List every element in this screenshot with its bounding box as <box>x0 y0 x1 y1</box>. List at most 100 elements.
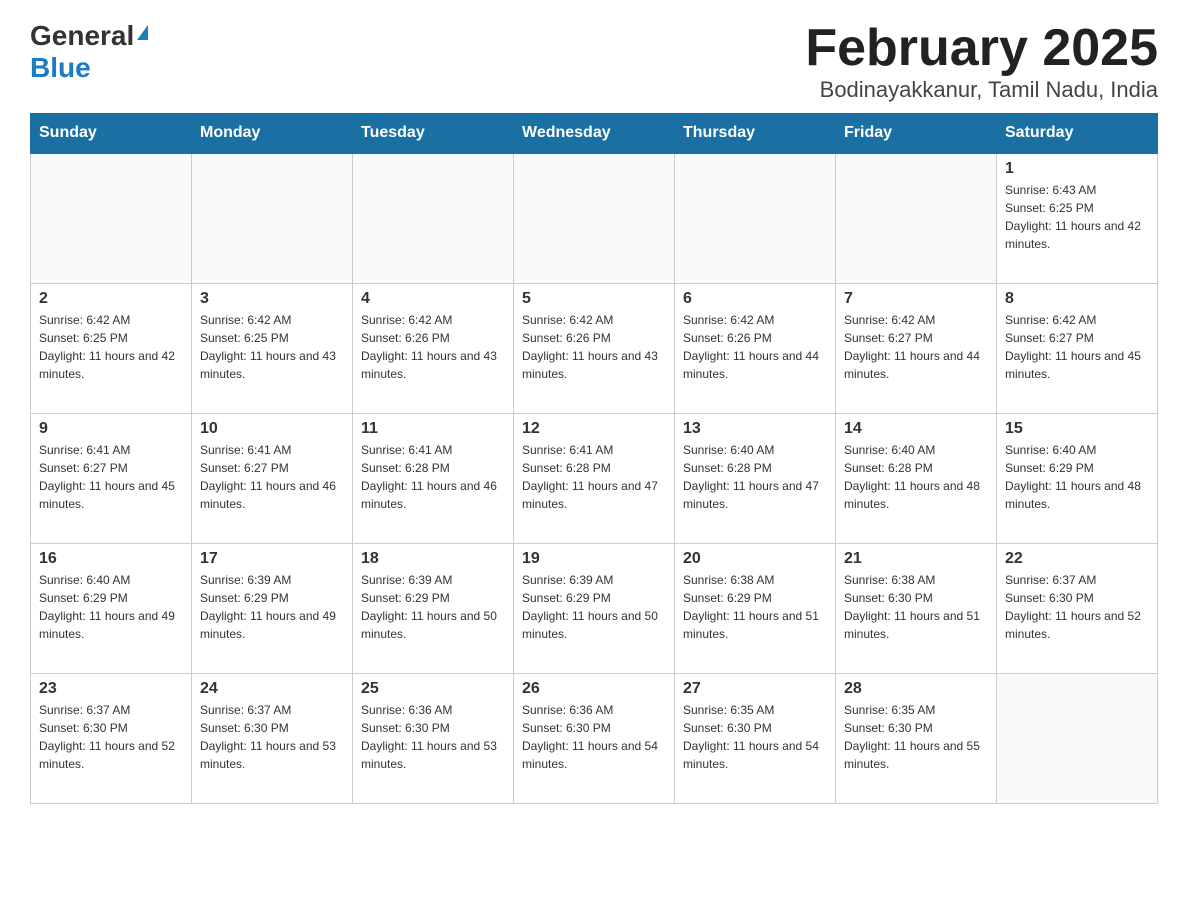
calendar-cell: 13Sunrise: 6:40 AM Sunset: 6:28 PM Dayli… <box>675 413 836 543</box>
day-info: Sunrise: 6:38 AM Sunset: 6:30 PM Dayligh… <box>844 571 988 643</box>
calendar-cell: 20Sunrise: 6:38 AM Sunset: 6:29 PM Dayli… <box>675 543 836 673</box>
day-number: 13 <box>683 420 827 438</box>
day-info: Sunrise: 6:40 AM Sunset: 6:29 PM Dayligh… <box>39 571 183 643</box>
day-number: 1 <box>1005 160 1149 178</box>
day-info: Sunrise: 6:42 AM Sunset: 6:25 PM Dayligh… <box>200 311 344 383</box>
day-info: Sunrise: 6:41 AM Sunset: 6:28 PM Dayligh… <box>522 441 666 513</box>
day-number: 19 <box>522 550 666 568</box>
calendar-cell: 19 Sunrise: 6:39 AM Sunset: 6:29 PM Dayli… <box>514 543 675 673</box>
day-info: Sunrise: 6:40 AM Sunset: 6:29 PM Dayligh… <box>1005 441 1149 513</box>
day-info: Sunrise: 6:41 AM Sunset: 6:27 PM Dayligh… <box>200 441 344 513</box>
calendar-cell: 9 Sunrise: 6:41 AM Sunset: 6:27 PM Daylig… <box>31 413 192 543</box>
day-info: Sunrise: 6:36 AM Sunset: 6:30 PM Dayligh… <box>361 701 505 773</box>
calendar-cell: 28Sunrise: 6:35 AM Sunset: 6:30 PM Dayli… <box>836 673 997 803</box>
calendar-cell <box>836 153 997 283</box>
calendar-cell <box>997 673 1158 803</box>
day-info: Sunrise: 6:42 AM Sunset: 6:25 PM Dayligh… <box>39 311 183 383</box>
day-header-saturday: Saturday <box>997 114 1158 154</box>
day-header-wednesday: Wednesday <box>514 114 675 154</box>
day-number: 7 <box>844 290 988 308</box>
calendar-week-5: 23Sunrise: 6:37 AM Sunset: 6:30 PM Dayli… <box>31 673 1158 803</box>
calendar-cell <box>192 153 353 283</box>
day-header-friday: Friday <box>836 114 997 154</box>
calendar-cell: 11Sunrise: 6:41 AM Sunset: 6:28 PM Dayli… <box>353 413 514 543</box>
calendar-cell: 25 Sunrise: 6:36 AM Sunset: 6:30 PM Dayli… <box>353 673 514 803</box>
calendar-cell <box>675 153 836 283</box>
day-info: Sunrise: 6:42 AM Sunset: 6:26 PM Dayligh… <box>683 311 827 383</box>
calendar-cell: 17 Sunrise: 6:39 AM Sunset: 6:29 PM Dayli… <box>192 543 353 673</box>
day-number: 3 <box>200 290 344 308</box>
calendar-cell <box>353 153 514 283</box>
day-info: Sunrise: 6:42 AM Sunset: 6:27 PM Dayligh… <box>844 311 988 383</box>
day-number: 27 <box>683 680 827 698</box>
calendar-cell: 2 Sunrise: 6:42 AM Sunset: 6:25 PM Daylig… <box>31 283 192 413</box>
day-info: Sunrise: 6:41 AM Sunset: 6:27 PM Dayligh… <box>39 441 183 513</box>
calendar-cell: 27 Sunrise: 6:35 AM Sunset: 6:30 PM Dayli… <box>675 673 836 803</box>
day-header-sunday: Sunday <box>31 114 192 154</box>
day-info: Sunrise: 6:37 AM Sunset: 6:30 PM Dayligh… <box>200 701 344 773</box>
day-number: 10 <box>200 420 344 438</box>
calendar-week-4: 16 Sunrise: 6:40 AM Sunset: 6:29 PM Dayli… <box>31 543 1158 673</box>
day-info: Sunrise: 6:35 AM Sunset: 6:30 PM Dayligh… <box>844 701 988 773</box>
calendar-cell: 15 Sunrise: 6:40 AM Sunset: 6:29 PM Dayli… <box>997 413 1158 543</box>
calendar-cell: 7 Sunrise: 6:42 AM Sunset: 6:27 PM Daylig… <box>836 283 997 413</box>
calendar-cell: 21Sunrise: 6:38 AM Sunset: 6:30 PM Dayli… <box>836 543 997 673</box>
calendar-cell: 18Sunrise: 6:39 AM Sunset: 6:29 PM Dayli… <box>353 543 514 673</box>
day-number: 4 <box>361 290 505 308</box>
calendar-cell: 16 Sunrise: 6:40 AM Sunset: 6:29 PM Dayli… <box>31 543 192 673</box>
calendar-cell <box>514 153 675 283</box>
day-number: 22 <box>1005 550 1149 568</box>
day-number: 6 <box>683 290 827 308</box>
day-header-monday: Monday <box>192 114 353 154</box>
day-number: 26 <box>522 680 666 698</box>
calendar-table: SundayMondayTuesdayWednesdayThursdayFrid… <box>30 113 1158 804</box>
day-number: 24 <box>200 680 344 698</box>
page-header: General Blue February 2025 Bodinayakkanu… <box>30 20 1158 103</box>
day-info: Sunrise: 6:37 AM Sunset: 6:30 PM Dayligh… <box>39 701 183 773</box>
calendar-cell <box>31 153 192 283</box>
calendar-cell: 5Sunrise: 6:42 AM Sunset: 6:26 PM Daylig… <box>514 283 675 413</box>
logo-general-text: General <box>30 20 134 52</box>
calendar-cell: 14 Sunrise: 6:40 AM Sunset: 6:28 PM Dayli… <box>836 413 997 543</box>
day-info: Sunrise: 6:40 AM Sunset: 6:28 PM Dayligh… <box>844 441 988 513</box>
day-number: 14 <box>844 420 988 438</box>
logo-blue-text: Blue <box>30 52 91 83</box>
day-number: 16 <box>39 550 183 568</box>
day-number: 2 <box>39 290 183 308</box>
day-number: 17 <box>200 550 344 568</box>
day-info: Sunrise: 6:36 AM Sunset: 6:30 PM Dayligh… <box>522 701 666 773</box>
calendar-cell: 22 Sunrise: 6:37 AM Sunset: 6:30 PM Dayli… <box>997 543 1158 673</box>
day-info: Sunrise: 6:43 AM Sunset: 6:25 PM Dayligh… <box>1005 181 1149 253</box>
logo: General Blue <box>30 20 148 84</box>
day-number: 20 <box>683 550 827 568</box>
day-info: Sunrise: 6:35 AM Sunset: 6:30 PM Dayligh… <box>683 701 827 773</box>
day-info: Sunrise: 6:39 AM Sunset: 6:29 PM Dayligh… <box>200 571 344 643</box>
title-block: February 2025 Bodinayakkanur, Tamil Nadu… <box>805 20 1158 103</box>
day-header-tuesday: Tuesday <box>353 114 514 154</box>
day-number: 5 <box>522 290 666 308</box>
calendar-header: SundayMondayTuesdayWednesdayThursdayFrid… <box>31 114 1158 154</box>
day-number: 15 <box>1005 420 1149 438</box>
logo-arrow-icon <box>137 25 148 40</box>
day-header-thursday: Thursday <box>675 114 836 154</box>
calendar-cell: 24 Sunrise: 6:37 AM Sunset: 6:30 PM Dayli… <box>192 673 353 803</box>
day-number: 25 <box>361 680 505 698</box>
day-info: Sunrise: 6:37 AM Sunset: 6:30 PM Dayligh… <box>1005 571 1149 643</box>
day-info: Sunrise: 6:39 AM Sunset: 6:29 PM Dayligh… <box>522 571 666 643</box>
calendar-cell: 26 Sunrise: 6:36 AM Sunset: 6:30 PM Dayli… <box>514 673 675 803</box>
calendar-cell: 4 Sunrise: 6:42 AM Sunset: 6:26 PM Daylig… <box>353 283 514 413</box>
calendar-cell: 6 Sunrise: 6:42 AM Sunset: 6:26 PM Daylig… <box>675 283 836 413</box>
calendar-body: 1 Sunrise: 6:43 AM Sunset: 6:25 PM Daylig… <box>31 153 1158 803</box>
calendar-week-1: 1 Sunrise: 6:43 AM Sunset: 6:25 PM Daylig… <box>31 153 1158 283</box>
day-info: Sunrise: 6:42 AM Sunset: 6:26 PM Dayligh… <box>361 311 505 383</box>
calendar-week-3: 9 Sunrise: 6:41 AM Sunset: 6:27 PM Daylig… <box>31 413 1158 543</box>
calendar-week-2: 2 Sunrise: 6:42 AM Sunset: 6:25 PM Daylig… <box>31 283 1158 413</box>
calendar-cell: 10 Sunrise: 6:41 AM Sunset: 6:27 PM Dayli… <box>192 413 353 543</box>
page-subtitle: Bodinayakkanur, Tamil Nadu, India <box>805 77 1158 103</box>
day-number: 12 <box>522 420 666 438</box>
day-info: Sunrise: 6:42 AM Sunset: 6:27 PM Dayligh… <box>1005 311 1149 383</box>
calendar-cell: 23Sunrise: 6:37 AM Sunset: 6:30 PM Dayli… <box>31 673 192 803</box>
day-info: Sunrise: 6:41 AM Sunset: 6:28 PM Dayligh… <box>361 441 505 513</box>
day-number: 9 <box>39 420 183 438</box>
calendar-cell: 8Sunrise: 6:42 AM Sunset: 6:27 PM Daylig… <box>997 283 1158 413</box>
